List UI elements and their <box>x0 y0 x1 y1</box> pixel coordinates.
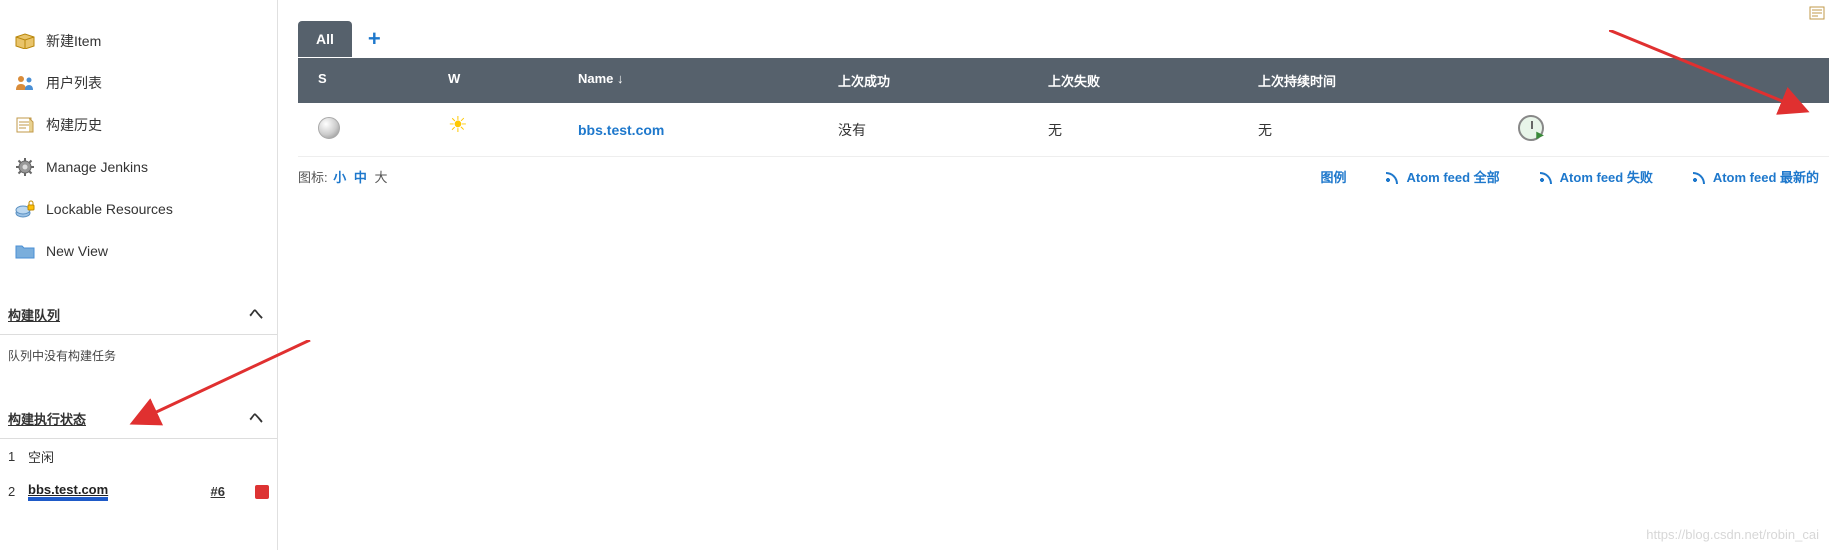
build-number-link[interactable]: #6 <box>211 484 225 499</box>
sidebar-item-label: 新建Item <box>46 31 101 51</box>
last-duration-cell: 无 <box>1238 108 1498 152</box>
status-ball-icon <box>318 117 340 139</box>
last-failure-cell: 无 <box>1028 108 1238 152</box>
table-footer: 图标: 小 中 大 图例 Atom feed 全部 Atom feed 失败 A… <box>298 167 1829 186</box>
executor-status-header[interactable]: 构建执行状态 ヘ <box>0 396 277 439</box>
sidebar-item-label: Manage Jenkins <box>46 159 148 175</box>
chevron-up-icon: へ <box>249 304 263 324</box>
atom-feed-latest[interactable]: Atom feed 最新的 <box>1693 167 1819 186</box>
sidebar-item-label: 用户列表 <box>46 73 102 93</box>
add-view-button[interactable]: + <box>356 20 393 58</box>
schedule-build-icon[interactable] <box>1518 115 1544 141</box>
tab-all[interactable]: All <box>298 21 352 57</box>
executor-row-running: 2 bbs.test.com #6 <box>0 474 277 509</box>
icon-size-medium[interactable]: 中 <box>354 170 367 185</box>
status-cell <box>298 105 428 154</box>
col-last-duration[interactable]: 上次持续时间 <box>1238 58 1498 103</box>
view-tabs: All + <box>298 20 1829 58</box>
build-queue-title: 构建队列 <box>8 305 60 324</box>
icon-size-selector: 图标: 小 中 大 <box>298 167 390 186</box>
history-icon <box>14 114 36 136</box>
table-row: bbs.test.com 没有 无 无 <box>298 103 1829 157</box>
col-weather[interactable]: W <box>428 58 558 103</box>
icon-size-large[interactable]: 大 <box>375 170 388 185</box>
rss-icon <box>1386 170 1400 184</box>
col-last-failure[interactable]: 上次失败 <box>1028 58 1238 103</box>
users-icon <box>14 72 36 94</box>
atom-feed-all[interactable]: Atom feed 全部 <box>1386 167 1499 186</box>
package-icon <box>14 30 36 52</box>
sidebar-item-manage[interactable]: Manage Jenkins <box>0 146 277 188</box>
last-success-cell: 没有 <box>818 108 1028 152</box>
sidebar-item-label: 构建历史 <box>46 115 102 135</box>
feed-links: 图例 Atom feed 全部 Atom feed 失败 Atom feed 最… <box>1320 167 1819 186</box>
sidebar: 新建Item 用户列表 构建历史 Manage Jenkins Lockable… <box>0 0 278 550</box>
job-table-header: S W Name ↓ 上次成功 上次失败 上次持续时间 <box>298 58 1829 103</box>
executor-job-link[interactable]: bbs.test.com <box>28 482 211 501</box>
chevron-up-icon: ヘ <box>249 408 263 428</box>
main-content: All + S W Name ↓ 上次成功 上次失败 上次持续时间 bbs.te… <box>278 0 1829 550</box>
sidebar-item-history[interactable]: 构建历史 <box>0 104 277 146</box>
executor-label: 空闲 <box>28 447 269 466</box>
sidebar-item-label: Lockable Resources <box>46 201 173 217</box>
col-status[interactable]: S <box>298 58 428 103</box>
icon-size-small[interactable]: 小 <box>333 170 346 185</box>
executor-row-idle: 1 空闲 <box>0 439 277 474</box>
sun-icon <box>448 117 470 139</box>
executor-number: 2 <box>8 484 22 499</box>
atom-feed-failures[interactable]: Atom feed 失败 <box>1540 167 1653 186</box>
gear-icon <box>14 156 36 178</box>
col-last-success[interactable]: 上次成功 <box>818 58 1028 103</box>
watermark: https://blog.csdn.net/robin_cai <box>1646 527 1819 542</box>
weather-cell <box>428 105 558 154</box>
col-name[interactable]: Name ↓ <box>558 58 818 103</box>
build-queue-header[interactable]: 构建队列 へ <box>0 292 277 335</box>
executor-number: 1 <box>8 449 22 464</box>
sidebar-item-label: New View <box>46 243 108 259</box>
legend-link[interactable]: 图例 <box>1320 167 1346 186</box>
sidebar-item-users[interactable]: 用户列表 <box>0 62 277 104</box>
stop-build-icon[interactable] <box>255 485 269 499</box>
sidebar-item-new-view[interactable]: New View <box>0 230 277 272</box>
sidebar-item-lockable[interactable]: Lockable Resources <box>0 188 277 230</box>
rss-icon <box>1693 170 1707 184</box>
lock-resource-icon <box>14 198 36 220</box>
build-queue-empty: 队列中没有构建任务 <box>0 335 277 376</box>
executor-status-title: 构建执行状态 <box>8 409 86 428</box>
rss-icon <box>1540 170 1554 184</box>
edit-description-icon[interactable] <box>1809 6 1827 20</box>
job-name-link[interactable]: bbs.test.com <box>578 122 664 138</box>
sidebar-item-new[interactable]: 新建Item <box>0 20 277 62</box>
folder-plus-icon <box>14 240 36 262</box>
